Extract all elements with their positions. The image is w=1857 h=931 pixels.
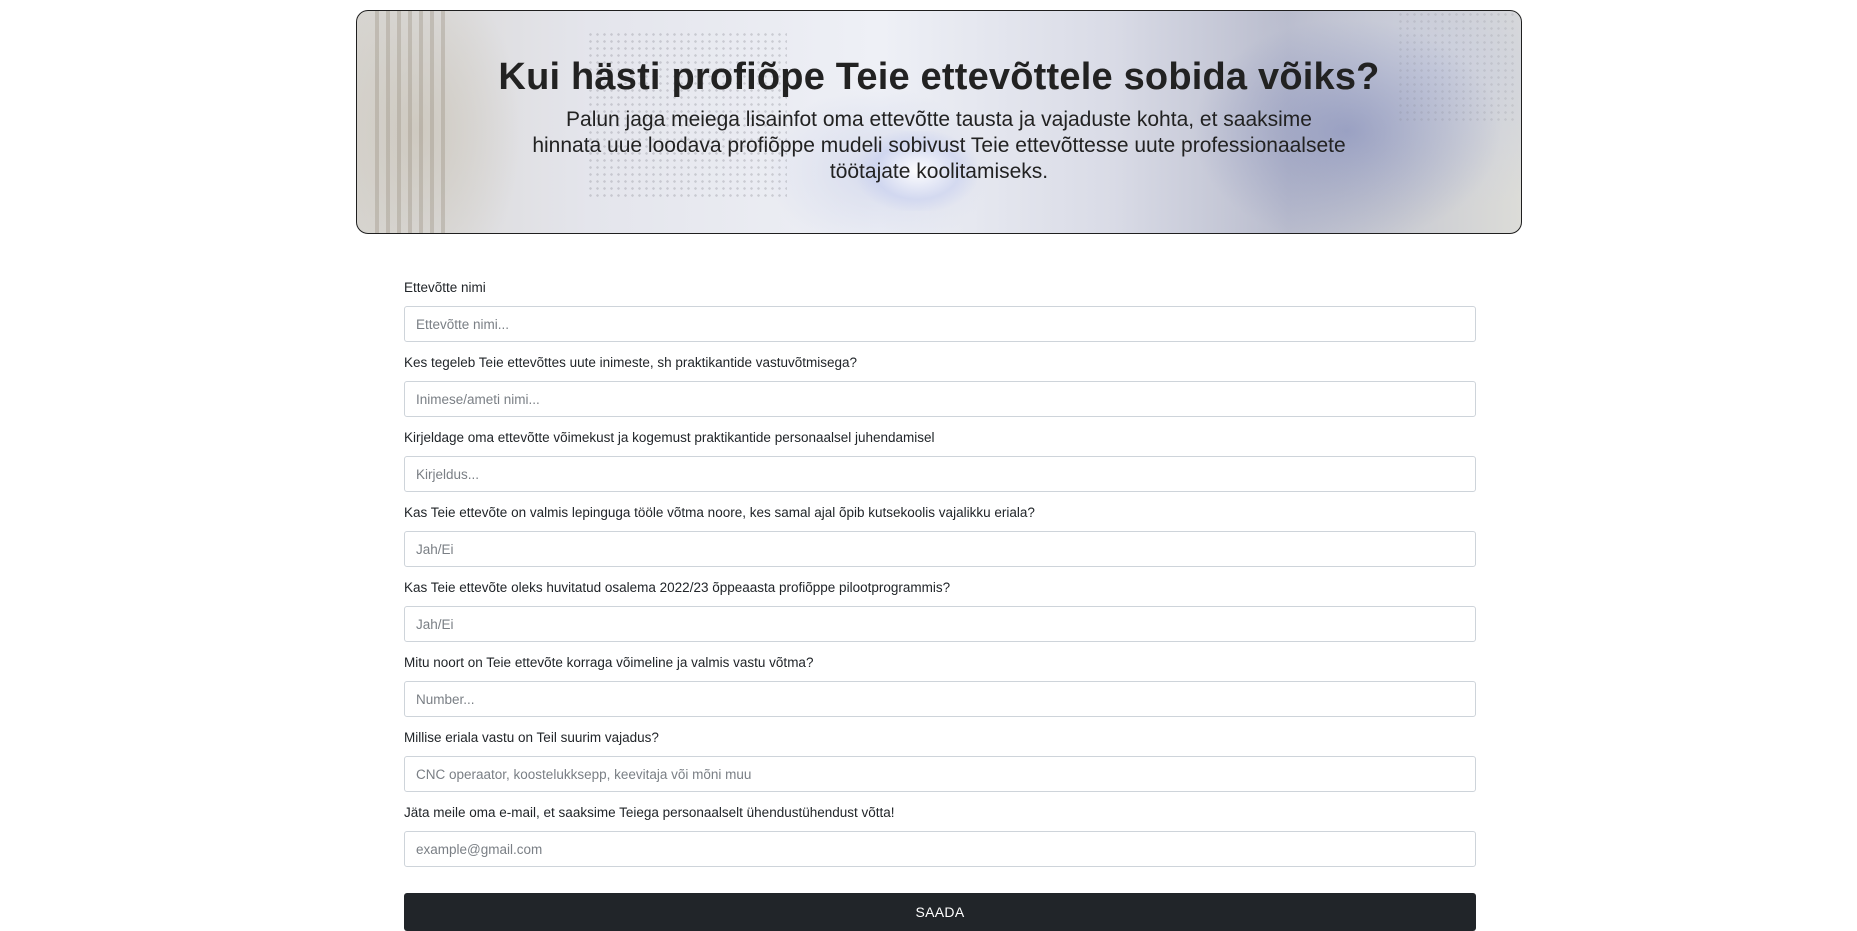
field-label: Kirjeldage oma ettevõtte võimekust ja ko…	[404, 430, 935, 445]
field-hire-with-contract: Kas Teie ettevõte on valmis lepinguga tö…	[404, 505, 1476, 580]
field-label: Mitu noort on Teie ettevõte korraga võim…	[404, 655, 814, 670]
specialty-need-input[interactable]	[404, 756, 1476, 792]
email-input[interactable]	[404, 831, 1476, 867]
field-label: Jäta meile oma e-mail, et saaksime Teieg…	[404, 805, 895, 820]
mentoring-description-input[interactable]	[404, 456, 1476, 492]
field-youth-count: Mitu noort on Teie ettevõte korraga võim…	[404, 655, 1476, 730]
hero-background-pipes	[375, 11, 445, 233]
field-label: Kas Teie ettevõte on valmis lepinguga tö…	[404, 505, 1035, 520]
field-mentoring-description: Kirjeldage oma ettevõtte võimekust ja ko…	[404, 430, 1476, 505]
field-label: Kas Teie ettevõte oleks huvitatud osalem…	[404, 580, 951, 595]
contact-person-input[interactable]	[404, 381, 1476, 417]
submit-button[interactable]: SAADA	[404, 893, 1476, 931]
company-survey-form: Ettevõtte nimi Kes tegeleb Teie ettevõtt…	[404, 280, 1476, 931]
field-label: Millise eriala vastu on Teil suurim vaja…	[404, 730, 659, 745]
field-contact-person: Kes tegeleb Teie ettevõttes uute inimest…	[404, 355, 1476, 430]
pilot-interest-input[interactable]	[404, 606, 1476, 642]
company-name-input[interactable]	[404, 306, 1476, 342]
field-email: Jäta meile oma e-mail, et saaksime Teieg…	[404, 805, 1476, 880]
field-label: Kes tegeleb Teie ettevõttes uute inimest…	[404, 355, 858, 370]
hero-banner: Kui hästi profiõpe Teie ettevõttele sobi…	[356, 10, 1522, 234]
youth-count-input[interactable]	[404, 681, 1476, 717]
field-label: Ettevõtte nimi	[404, 280, 486, 295]
page-subtitle: Palun jaga meiega lisainfot oma ettevõtt…	[532, 108, 1346, 183]
field-pilot-interest: Kas Teie ettevõte oleks huvitatud osalem…	[404, 580, 1476, 655]
field-specialty-need: Millise eriala vastu on Teil suurim vaja…	[404, 730, 1476, 805]
field-company-name: Ettevõtte nimi	[404, 280, 1476, 355]
page-title: Kui hästi profiõpe Teie ettevõttele sobi…	[498, 56, 1380, 98]
hire-with-contract-input[interactable]	[404, 531, 1476, 567]
